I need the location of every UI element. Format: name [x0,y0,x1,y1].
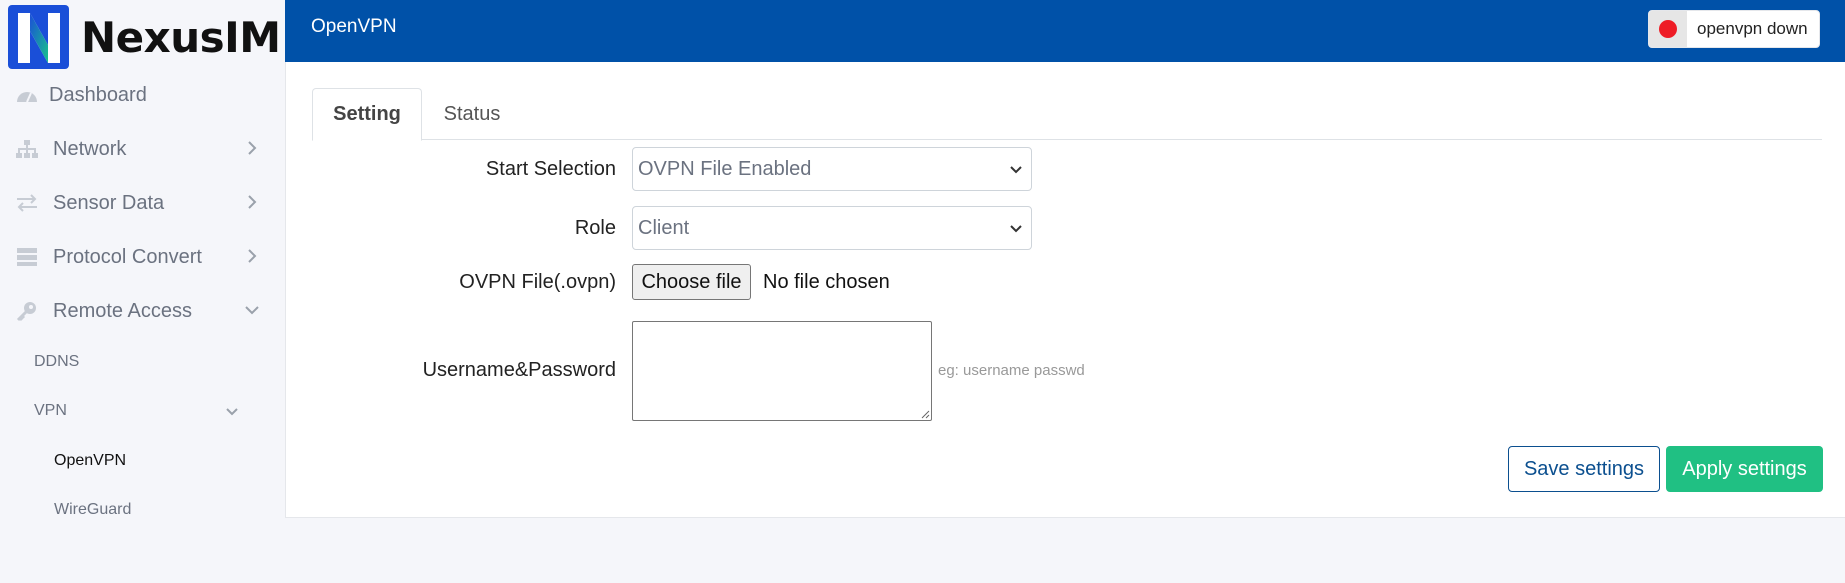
chevron-down-icon[interactable] [224,404,240,420]
sidebar-item-wireguard[interactable]: WireGuard [54,501,131,519]
page-title: OpenVPN [311,16,397,37]
server-icon [15,246,39,268]
sidebar-item-label: Network [53,137,127,160]
resize-grip-icon[interactable] [920,409,930,419]
chevron-right-icon [248,195,257,209]
status-dot-icon [1659,20,1677,38]
role-select[interactable]: Client [632,206,1032,250]
sidebar-item-label: Dashboard [49,83,147,106]
sidebar: NexusIM Dashboard Network Sensor Data Pr… [0,0,285,583]
sidebar-item-openvpn[interactable]: OpenVPN [54,452,126,470]
sidebar-item-label: Sensor Data [53,191,165,214]
brand-name: NexusIM [81,12,281,62]
top-header: OpenVPN openvpn down [285,0,1845,62]
chevron-right-icon [248,141,257,155]
save-settings-button[interactable]: Save settings [1508,446,1660,492]
role-label: Role [574,217,616,239]
tab-bar: Setting Status [312,88,1822,141]
sidebar-item-dashboard[interactable]: Dashboard [0,75,285,115]
sidebar-item-network[interactable]: Network [0,129,285,169]
sidebar-item-label: Protocol Convert [53,245,202,268]
sidebar-item-ddns[interactable]: DDNS [34,353,79,371]
chevron-down-icon [1010,225,1022,233]
status-badge: openvpn down [1648,10,1820,48]
start-selection-select[interactable]: OVPN File Enabled [632,147,1032,191]
start-selection-value: OVPN File Enabled [638,157,812,180]
sidebar-item-vpn[interactable]: VPN [34,402,67,420]
choose-file-button[interactable]: Choose file [632,264,751,300]
brand-logo[interactable]: NexusIM [8,5,281,69]
key-icon [15,300,39,322]
credentials-textarea[interactable] [632,321,932,421]
network-icon [15,138,39,160]
role-value: Client [638,216,690,239]
status-text: openvpn down [1697,19,1808,38]
exchange-icon [15,192,39,214]
settings-card: Setting Status Start Selection OVPN File… [285,62,1845,518]
chevron-down-icon [245,306,259,315]
sidebar-item-protocol-convert[interactable]: Protocol Convert [0,237,285,277]
chevron-right-icon [248,249,257,263]
apply-settings-button[interactable]: Apply settings [1666,446,1823,492]
credentials-hint: eg: username passwd [938,362,1085,379]
file-status-text: No file chosen [763,271,890,293]
nexus-logo-icon [8,5,69,69]
sidebar-item-label: Remote Access [53,299,192,322]
ovpn-file-label: OVPN File(.ovpn) [459,271,616,293]
status-indicator [1649,11,1687,47]
start-selection-label: Start Selection [485,158,616,180]
credentials-label: Username&Password [422,359,616,381]
chevron-down-icon [1010,166,1022,174]
sidebar-item-remote-access[interactable]: Remote Access [0,291,285,331]
sidebar-item-sensor-data[interactable]: Sensor Data [0,183,285,223]
dashboard-icon [15,84,39,106]
tab-setting[interactable]: Setting [312,88,422,141]
tab-status[interactable]: Status [422,88,522,141]
